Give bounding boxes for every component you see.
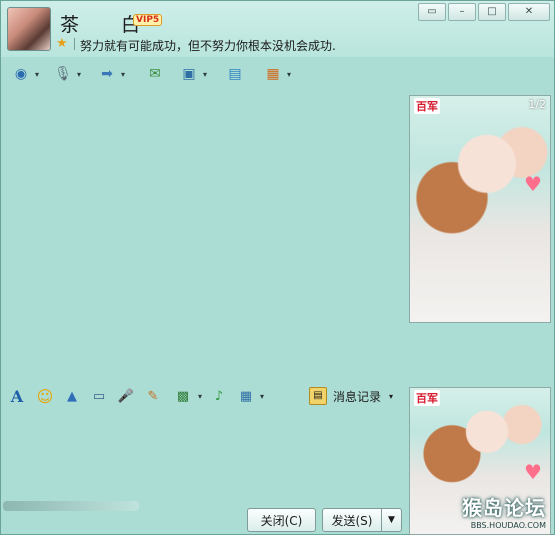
apps-icon: ▦ — [266, 66, 280, 82]
voice-chat-icon: 🎙 — [54, 66, 72, 82]
contact-signature: 努力就有可能成功，但不努力你根本没机会成功. — [80, 39, 336, 53]
chevron-down-icon[interactable]: ▾ — [191, 387, 209, 405]
input-toolbar: A ☺ ▲ ▭ 🎤 ✎ ▩ ▾ ♪ ▦ ▾ ▤ 消息记录 ▾ — [1, 383, 406, 409]
skin-button[interactable]: ▭ — [418, 3, 446, 21]
voice-message-icon[interactable]: 🎤 — [117, 387, 135, 405]
minimize-button[interactable]: – — [448, 3, 476, 21]
video-chat-button[interactable]: ◉ ▾ — [11, 62, 39, 86]
contact-avatar[interactable] — [7, 7, 51, 51]
message-history-button[interactable]: ▤ 消息记录 ▾ — [309, 387, 393, 405]
chevron-down-icon[interactable]: ▾ — [287, 70, 291, 79]
chevron-down-icon[interactable]: ▾ — [77, 70, 81, 79]
watermark-title: 猴岛论坛 — [462, 496, 546, 520]
watermark-url: BBS.HOUDAO.COM — [470, 521, 546, 530]
maximize-button[interactable]: □ — [478, 3, 506, 21]
send-options-button[interactable]: ▼ — [381, 508, 402, 532]
star-icon[interactable]: ★ — [56, 37, 70, 51]
chat-window: 茶 白 VIP5 ★ 努力就有可能成功，但不努力你根本没机会成功. ▭ – □ … — [0, 0, 555, 535]
divider — [74, 38, 75, 50]
own-photo-bottom[interactable]: 百军 ♥ 猴岛论坛 BBS.HOUDAO.COM — [409, 387, 551, 535]
music-icon[interactable]: ♪ — [210, 387, 228, 405]
close-button[interactable]: 关闭(C) — [247, 508, 316, 532]
transfer-file-button[interactable]: ➡ ▾ — [97, 62, 125, 86]
photo-counter: 1/2 — [528, 98, 546, 111]
emoji-icon[interactable]: ☺ — [36, 387, 54, 406]
chevron-down-icon[interactable]: ▾ — [35, 70, 39, 79]
send-sms-button[interactable]: ✉ — [145, 62, 165, 86]
message-area[interactable] — [1, 91, 406, 379]
font-icon[interactable]: A — [8, 387, 26, 406]
send-button[interactable]: 发送(S) — [322, 508, 382, 532]
contact-photo-top[interactable]: 百军 1/2 ♥ — [409, 95, 551, 323]
chevron-down-icon[interactable]: ▾ — [121, 70, 125, 79]
send-sms-icon: ✉ — [149, 66, 161, 82]
chevron-down-icon[interactable]: ▾ — [389, 392, 393, 401]
voice-chat-button[interactable]: 🎙 ▾ — [53, 62, 81, 86]
photo-image — [410, 96, 550, 322]
window-controls: ▭ – □ ✕ — [418, 3, 550, 21]
photo-tag: 百军 — [414, 98, 440, 114]
video-chat-icon: ◉ — [14, 66, 28, 82]
blurred-text — [3, 501, 139, 511]
watermark: 猴岛论坛 BBS.HOUDAO.COM — [462, 492, 546, 530]
photo-tag: 百军 — [414, 390, 440, 406]
heart-icon: ♥ — [524, 460, 542, 484]
share-screen-icon: ▤ — [228, 66, 242, 82]
chevron-down-icon[interactable]: ▾ — [203, 70, 207, 79]
remote-assist-icon: ▣ — [182, 66, 196, 82]
heart-icon: ♥ — [524, 172, 542, 196]
transfer-file-icon: ➡ — [101, 66, 113, 82]
screenshot-icon[interactable]: ▭ — [90, 387, 108, 405]
shake-window-icon[interactable]: ▲ — [63, 387, 81, 405]
message-input[interactable] — [1, 411, 406, 505]
history-icon: ▤ — [309, 387, 327, 405]
remote-assist-button[interactable]: ▣ ▾ — [179, 62, 207, 86]
apps-button[interactable]: ▦ ▾ — [263, 62, 291, 86]
image-icon[interactable]: ▩ — [174, 387, 192, 405]
doodle-icon[interactable]: ✎ — [144, 387, 162, 405]
chevron-down-icon[interactable]: ▾ — [253, 387, 271, 405]
close-window-button[interactable]: ✕ — [508, 3, 550, 21]
vip-badge[interactable]: VIP5 — [133, 14, 163, 26]
share-screen-button[interactable]: ▤ — [225, 62, 245, 86]
chat-header: 茶 白 VIP5 ★ 努力就有可能成功，但不努力你根本没机会成功. ▭ – □ … — [1, 1, 554, 57]
message-history-label: 消息记录 — [333, 389, 382, 404]
top-toolbar: ◉ ▾ 🎙 ▾ ➡ ▾ ✉ ▣ ▾ ▤ ▦ ▾ — [1, 59, 554, 89]
